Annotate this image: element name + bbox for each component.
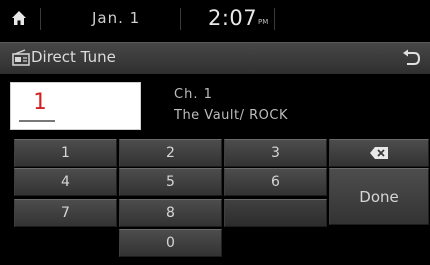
key-5[interactable]: 5 xyxy=(119,168,222,196)
key-0[interactable]: 0 xyxy=(119,229,222,257)
status-time: 2:07 xyxy=(208,6,258,30)
back-button[interactable] xyxy=(396,45,426,71)
channel-entry-field[interactable] xyxy=(10,82,141,130)
key-1[interactable]: 1 xyxy=(14,139,117,167)
home-icon xyxy=(12,11,26,25)
key-2[interactable]: 2 xyxy=(119,139,222,167)
channel-number: Ch. 1 xyxy=(174,87,213,102)
station-name: The Vault/ ROCK xyxy=(174,108,288,123)
entry-cursor xyxy=(19,120,55,122)
status-date: Jan. 1 xyxy=(92,9,141,27)
backspace-icon xyxy=(370,147,388,159)
status-divider xyxy=(180,8,181,30)
key-8[interactable]: 8 xyxy=(119,199,222,227)
backspace-button[interactable] xyxy=(329,139,429,167)
key-6[interactable]: 6 xyxy=(224,168,327,196)
status-divider xyxy=(274,8,275,30)
key-blank xyxy=(224,199,327,227)
key-3[interactable]: 3 xyxy=(224,139,327,167)
page-title: Direct Tune xyxy=(31,48,116,66)
back-arrow-icon xyxy=(403,49,421,65)
done-button[interactable]: Done xyxy=(329,168,429,225)
entry-value: 1 xyxy=(33,90,47,115)
status-ampm: PM xyxy=(258,18,269,26)
key-7[interactable]: 7 xyxy=(14,199,117,227)
home-button[interactable] xyxy=(4,6,34,30)
radio-icon xyxy=(12,49,30,66)
status-divider xyxy=(40,8,41,30)
key-4[interactable]: 4 xyxy=(14,168,117,196)
